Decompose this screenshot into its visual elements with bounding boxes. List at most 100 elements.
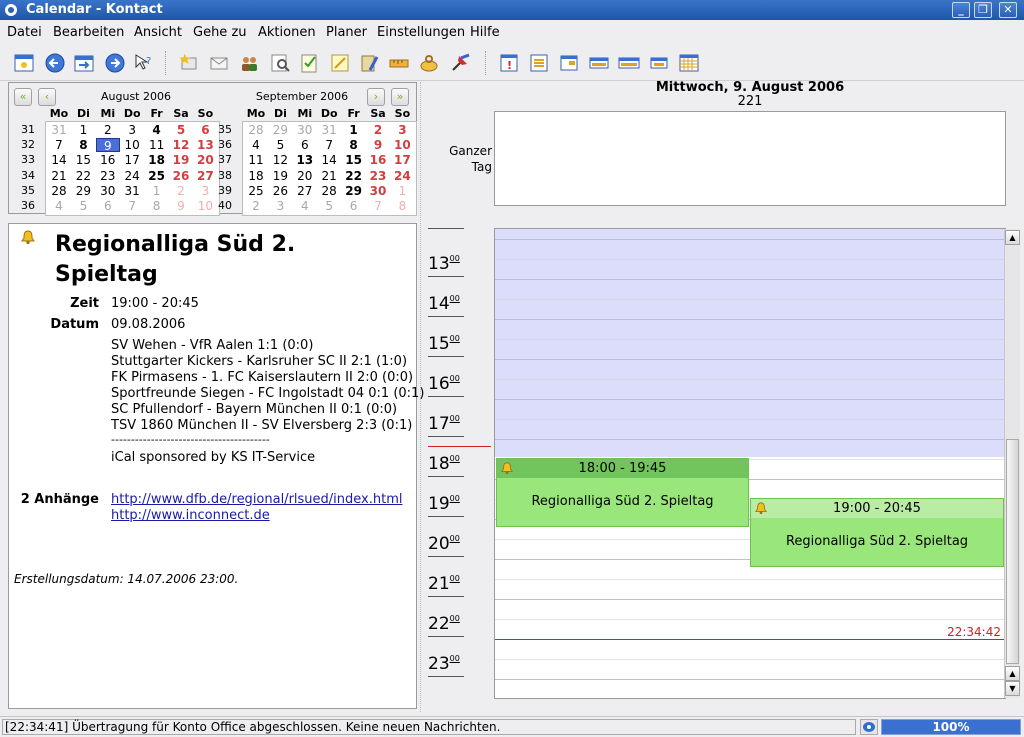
agenda-scrollbar[interactable]: ▲ ▲ ▼ xyxy=(1004,229,1020,698)
calendar-day[interactable]: 29 xyxy=(71,184,95,198)
new-event-icon[interactable] xyxy=(13,52,35,74)
new-item-icon[interactable] xyxy=(178,52,200,74)
calendar-day[interactable]: 3 xyxy=(390,123,414,137)
week-view-icon[interactable] xyxy=(618,52,640,74)
event-block-selected[interactable]: 19:00 - 20:45 Regionalliga Süd 2. Spielt… xyxy=(750,498,1004,567)
calendar-day[interactable]: 15 xyxy=(71,153,95,167)
calendar-day[interactable]: 8 xyxy=(390,199,414,213)
calendar-day[interactable]: 25 xyxy=(244,184,268,198)
calendar-day[interactable]: 4 xyxy=(145,123,169,137)
list-view-icon[interactable] xyxy=(528,52,550,74)
calendar-day[interactable]: 11 xyxy=(145,138,169,152)
menu-planer[interactable]: Planer xyxy=(326,25,367,40)
ruler-icon[interactable] xyxy=(388,52,410,74)
calendar-day[interactable]: 8 xyxy=(342,138,366,152)
calendar-day[interactable]: 26 xyxy=(169,169,193,183)
calendar-day[interactable]: 4 xyxy=(47,199,71,213)
calendar-day[interactable]: 30 xyxy=(96,184,120,198)
contacts-icon[interactable] xyxy=(238,52,260,74)
day-view-icon[interactable] xyxy=(558,52,580,74)
calendar-day[interactable]: 30 xyxy=(366,184,390,198)
calendar-day[interactable]: 16 xyxy=(366,153,390,167)
scroll-thumb[interactable] xyxy=(1006,439,1019,664)
maximize-button[interactable]: ❐ xyxy=(974,2,992,18)
calendar-day[interactable]: 5 xyxy=(71,199,95,213)
calendar-day[interactable]: 31 xyxy=(317,123,341,137)
calendar-day[interactable]: 11 xyxy=(244,153,268,167)
calendar-day[interactable]: 28 xyxy=(317,184,341,198)
calendar-day[interactable]: 17 xyxy=(120,153,144,167)
calendar-day[interactable]: 27 xyxy=(293,184,317,198)
calendar-day[interactable]: 9 xyxy=(95,138,120,153)
calendar-day[interactable]: 24 xyxy=(390,169,414,183)
agenda-grid[interactable]: 18:00 - 19:45 Regionalliga Süd 2. Spielt… xyxy=(494,228,1006,699)
prev-year-button[interactable]: « xyxy=(14,88,32,106)
scroll-up-button[interactable]: ▲ xyxy=(1005,666,1020,681)
calendar-day[interactable]: 26 xyxy=(268,184,292,198)
calendar-day[interactable]: 9 xyxy=(169,199,193,213)
allday-area[interactable] xyxy=(494,111,1006,206)
calendar-day[interactable]: 14 xyxy=(47,153,71,167)
back-icon[interactable] xyxy=(44,52,66,74)
forward-icon[interactable] xyxy=(104,52,126,74)
pot-icon[interactable] xyxy=(418,52,440,74)
whats-this-icon[interactable]: ? xyxy=(133,52,155,74)
calendar-day[interactable]: 6 xyxy=(342,199,366,213)
calendar-day[interactable]: 18 xyxy=(244,169,268,183)
calendar-day[interactable]: 7 xyxy=(317,138,341,152)
attachment-link-dfb[interactable]: http://www.dfb.de/regional/rlsued/index.… xyxy=(111,492,402,507)
calendar-day[interactable]: 25 xyxy=(145,169,169,183)
calendar-day[interactable]: 19 xyxy=(268,169,292,183)
calendar-day[interactable]: 1 xyxy=(71,123,95,137)
calendar-day[interactable]: 21 xyxy=(317,169,341,183)
calendar-day[interactable]: 10 xyxy=(120,138,144,152)
calendar-day[interactable]: 13 xyxy=(293,153,317,167)
calendar-day[interactable]: 19 xyxy=(169,153,193,167)
calendar-day[interactable]: 14 xyxy=(317,153,341,167)
prev-month-button[interactable]: ‹ xyxy=(38,88,56,106)
week-number[interactable]: 35 xyxy=(17,184,39,198)
calendar-day[interactable]: 6 xyxy=(293,138,317,152)
calendar-day[interactable]: 28 xyxy=(47,184,71,198)
week-number[interactable]: 33 xyxy=(17,153,39,167)
calendar-day[interactable]: 17 xyxy=(390,153,414,167)
calendar-day[interactable]: 5 xyxy=(317,199,341,213)
calendar-day[interactable]: 7 xyxy=(366,199,390,213)
week-number[interactable]: 34 xyxy=(17,169,39,183)
calendar-day[interactable]: 31 xyxy=(47,123,71,137)
menu-datei[interactable]: Datei xyxy=(7,25,42,40)
pin-icon[interactable] xyxy=(449,52,471,74)
menu-aktionen[interactable]: Aktionen xyxy=(258,25,316,40)
calendar-day[interactable]: 29 xyxy=(342,184,366,198)
today-icon[interactable] xyxy=(73,52,95,74)
calendar-day[interactable]: 4 xyxy=(293,199,317,213)
calendar-day[interactable]: 22 xyxy=(71,169,95,183)
week-number[interactable]: 40 xyxy=(214,199,236,213)
week-number[interactable]: 36 xyxy=(214,138,236,152)
close-button[interactable]: ✕ xyxy=(999,2,1017,18)
calendar-day[interactable]: 15 xyxy=(342,153,366,167)
calendar-day[interactable]: 1 xyxy=(145,184,169,198)
calendar-day[interactable]: 5 xyxy=(268,138,292,152)
calendar-day[interactable]: 24 xyxy=(120,169,144,183)
attachment-link-inconnect[interactable]: http://www.inconnect.de xyxy=(111,508,270,523)
week-number[interactable]: 38 xyxy=(214,169,236,183)
connection-icon[interactable] xyxy=(860,719,878,735)
scroll-down-button[interactable]: ▼ xyxy=(1005,681,1020,696)
calendar-day[interactable]: 20 xyxy=(293,169,317,183)
calendar-day[interactable]: 12 xyxy=(169,138,193,152)
todo-icon[interactable] xyxy=(298,52,320,74)
calendar-day[interactable]: 2 xyxy=(366,123,390,137)
note-icon[interactable] xyxy=(329,52,351,74)
minimize-button[interactable]: _ xyxy=(952,2,970,18)
calendar-day[interactable]: 18 xyxy=(145,153,169,167)
calendar-day[interactable]: 8 xyxy=(71,138,95,152)
month-view-icon[interactable] xyxy=(678,52,700,74)
calendar-day[interactable]: 10 xyxy=(390,138,414,152)
menu-hilfe[interactable]: Hilfe xyxy=(470,25,500,40)
next-year-button[interactable]: » xyxy=(391,88,409,106)
menu-einstellungen[interactable]: Einstellungen xyxy=(377,25,465,40)
journal-icon[interactable] xyxy=(358,52,380,74)
calendar-day[interactable]: 12 xyxy=(268,153,292,167)
calendar-day[interactable]: 22 xyxy=(342,169,366,183)
